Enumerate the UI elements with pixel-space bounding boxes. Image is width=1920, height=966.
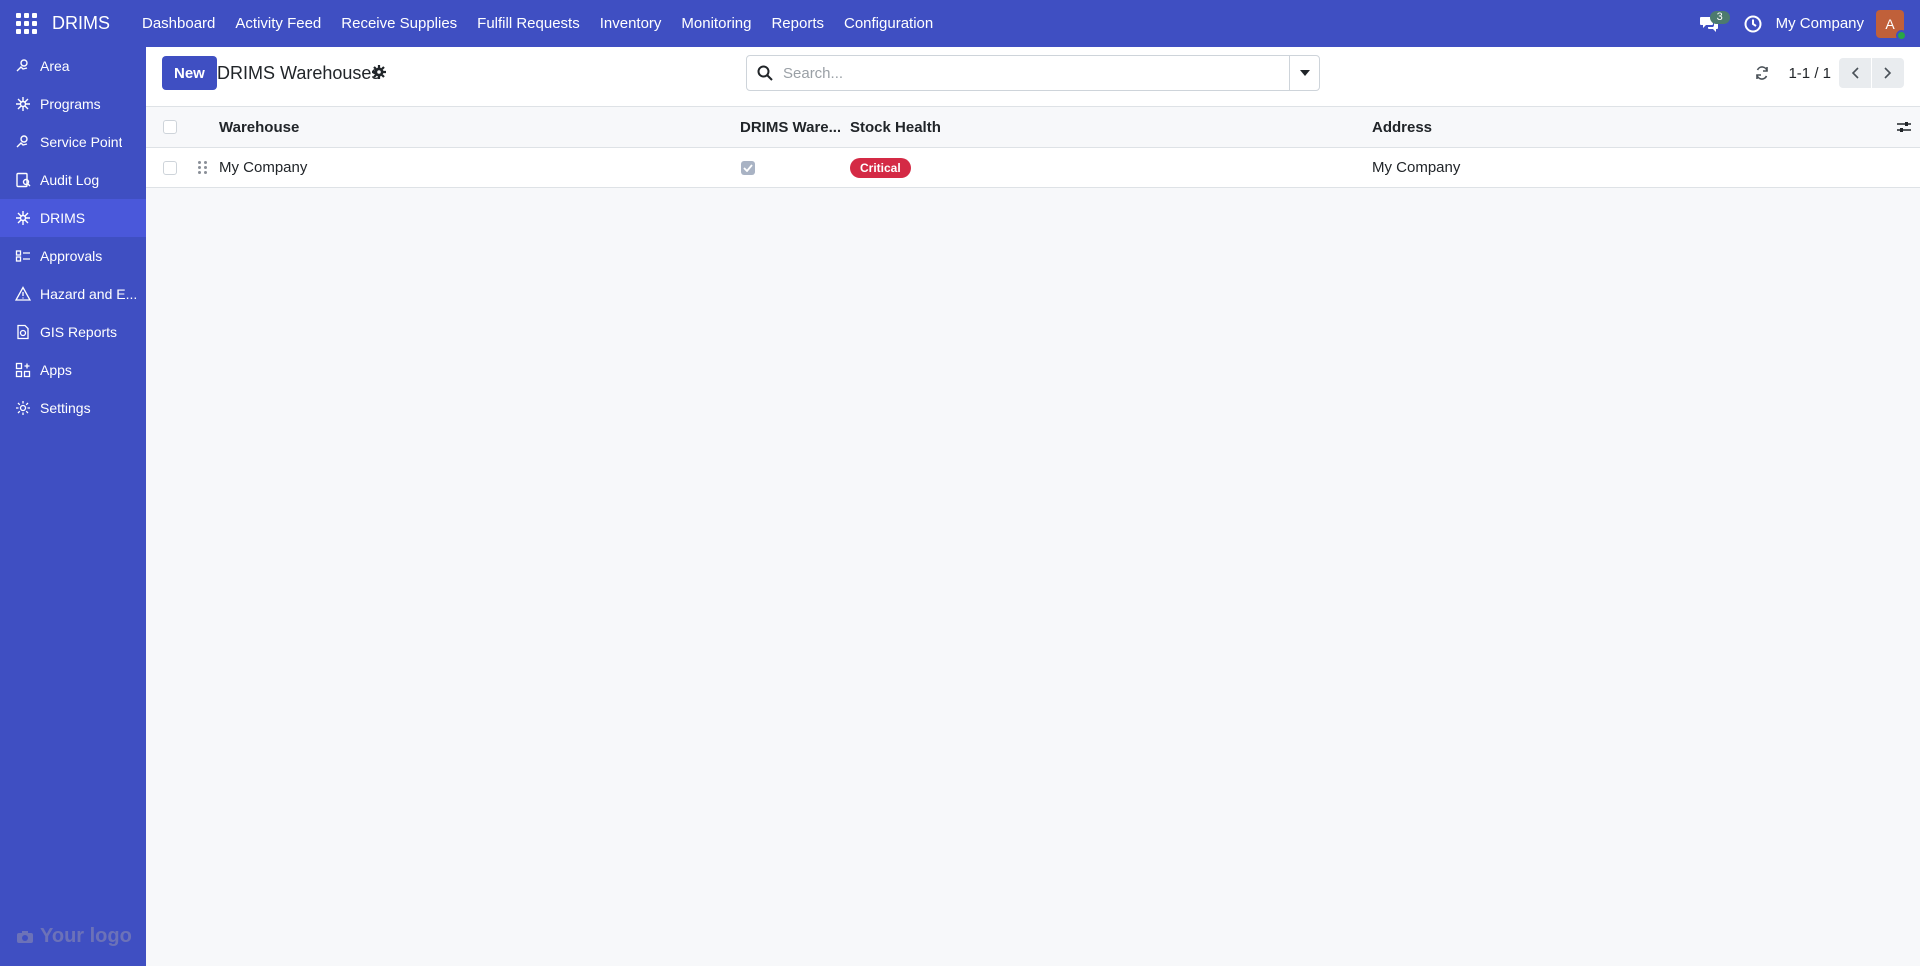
menu-dashboard[interactable]: Dashboard <box>132 0 225 47</box>
programs-icon <box>14 95 32 113</box>
user-avatar[interactable]: A <box>1876 9 1907 41</box>
sidebar-item-label: Audit Log <box>40 172 100 188</box>
cell-drims-warehouse <box>741 148 755 187</box>
service-point-icon <box>14 133 32 151</box>
app-brand[interactable]: DRIMS <box>52 13 110 34</box>
sidebar-item-label: Apps <box>40 362 72 378</box>
menu-fulfill-requests[interactable]: Fulfill Requests <box>467 0 590 47</box>
menu-configuration[interactable]: Configuration <box>834 0 943 47</box>
sidebar-item-label: Area <box>40 58 70 74</box>
avatar-letter: A <box>1885 15 1895 32</box>
column-warehouse[interactable]: Warehouse <box>219 107 299 147</box>
top-menu: Dashboard Activity Feed Receive Supplies… <box>132 0 943 47</box>
app-switcher-icon[interactable] <box>14 12 38 36</box>
sidebar-item-label: Settings <box>40 400 91 416</box>
column-address[interactable]: Address <box>1372 107 1432 147</box>
company-switcher[interactable]: My Company <box>1776 15 1864 32</box>
sidebar-item-label: Hazard and E... <box>40 286 138 302</box>
apps-icon <box>14 361 32 379</box>
search-options-toggle[interactable] <box>1289 56 1319 90</box>
list-view-table: Warehouse DRIMS Ware... Stock Health Add… <box>146 107 1920 188</box>
chevron-right-icon <box>1884 67 1892 79</box>
company-logo: Your logo <box>16 925 132 948</box>
settings-icon <box>14 399 32 417</box>
refresh-icon <box>1756 66 1769 80</box>
cell-address: My Company <box>1372 159 1461 176</box>
online-status-dot <box>1896 29 1907 41</box>
sidebar-item-drims[interactable]: DRIMS <box>0 199 146 237</box>
search-input[interactable] <box>783 57 1289 89</box>
pager: 1-1 / 1 <box>1752 55 1904 91</box>
drag-handle[interactable] <box>198 148 208 187</box>
chevron-left-icon <box>1851 67 1859 79</box>
check-icon <box>743 163 753 172</box>
sidebar-item-service-point[interactable]: Service Point <box>0 123 146 161</box>
menu-receive-supplies[interactable]: Receive Supplies <box>331 0 467 47</box>
drims-warehouse-checkbox <box>741 160 755 175</box>
sidebar-item-approvals[interactable]: Approvals <box>0 237 146 275</box>
sidebar-item-label: Approvals <box>40 248 103 264</box>
menu-activity-feed[interactable]: Activity Feed <box>225 0 331 47</box>
approvals-icon <box>14 247 32 265</box>
select-all-checkbox[interactable] <box>163 120 177 134</box>
new-button[interactable]: New <box>162 56 217 90</box>
row-checkbox-cell <box>163 148 177 187</box>
refresh-button[interactable] <box>1752 63 1772 83</box>
optional-columns-toggle[interactable] <box>1896 107 1912 147</box>
top-navbar: DRIMS Dashboard Activity Feed Receive Su… <box>0 0 1920 47</box>
camera-icon <box>17 930 33 943</box>
area-icon <box>14 57 32 75</box>
clock-icon <box>1744 15 1762 32</box>
menu-reports[interactable]: Reports <box>761 0 834 47</box>
column-stock-health[interactable]: Stock Health <box>850 107 941 147</box>
control-panel: New DRIMS Warehouses 1-1 / 1 <box>146 47 1920 107</box>
chat-button[interactable]: 3 <box>1696 10 1730 37</box>
search-icon <box>747 56 783 90</box>
pager-value[interactable]: 1-1 / 1 <box>1788 65 1831 82</box>
cell-warehouse: My Company <box>219 159 308 176</box>
column-drims-warehouse[interactable]: DRIMS Ware... <box>740 107 840 147</box>
gis-reports-icon <box>14 323 32 341</box>
pager-next-button[interactable] <box>1872 58 1904 88</box>
pager-previous-button[interactable] <box>1839 58 1871 88</box>
sidebar-item-audit-log[interactable]: Audit Log <box>0 161 146 199</box>
sidebar-item-hazard[interactable]: Hazard and E... <box>0 275 146 313</box>
menu-inventory[interactable]: Inventory <box>590 0 672 47</box>
sidebar-item-label: GIS Reports <box>40 324 118 340</box>
sidebar-item-settings[interactable]: Settings <box>0 389 146 427</box>
chat-count-badge: 3 <box>1709 10 1730 24</box>
page-title: DRIMS Warehouses <box>217 63 381 83</box>
sidebar-item-label: Programs <box>40 96 101 112</box>
row-checkbox[interactable] <box>163 160 177 175</box>
activity-clock-button[interactable] <box>1742 13 1764 35</box>
sidebar-item-gis-reports[interactable]: GIS Reports <box>0 313 146 351</box>
logo-text: Your logo <box>40 925 132 947</box>
caret-down-icon <box>1299 70 1310 76</box>
sidebar-item-area[interactable]: Area <box>0 47 146 85</box>
status-badge: Critical <box>850 157 911 178</box>
sliders-icon <box>1897 122 1911 132</box>
sidebar-item-apps[interactable]: Apps <box>0 351 146 389</box>
hazard-icon <box>14 285 32 303</box>
drims-icon <box>14 209 32 227</box>
cell-stock-health: Critical <box>850 148 911 187</box>
sidebar-item-programs[interactable]: Programs <box>0 85 146 123</box>
sidebar-item-label: Service Point <box>40 134 123 150</box>
select-all-checkbox-cell <box>163 107 177 147</box>
gear-icon[interactable] <box>371 64 387 80</box>
table-header: Warehouse DRIMS Ware... Stock Health Add… <box>146 107 1920 148</box>
menu-monitoring[interactable]: Monitoring <box>671 0 761 47</box>
table-row[interactable]: My Company Critical My Company <box>146 148 1920 188</box>
drag-handle-icon <box>198 161 208 175</box>
sidebar: Area Programs Service Point Audit Log DR… <box>0 47 146 966</box>
search-bar <box>746 55 1320 91</box>
audit-log-icon <box>14 171 32 189</box>
sidebar-item-label: DRIMS <box>40 210 86 226</box>
